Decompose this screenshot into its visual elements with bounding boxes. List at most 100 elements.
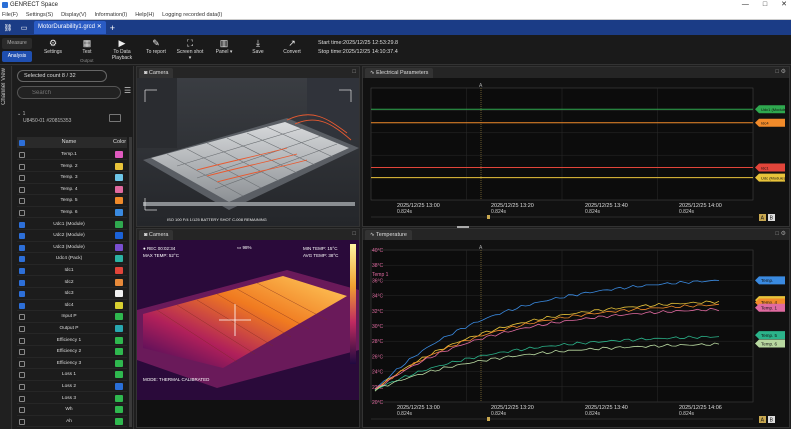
link-icon[interactable]: ⛓ [2,22,14,34]
channel-checkbox[interactable] [19,337,25,344]
series-badge[interactable] [755,163,785,172]
save-button[interactable]: ⤓ Save [243,37,273,63]
mode-analysis-button[interactable]: Analysis [2,51,32,62]
panel-controls-icon[interactable]: □ ⚙ [775,229,786,240]
camera-tab-1[interactable]: ◙ Camera [139,68,174,78]
channel-row[interactable]: Input P [17,311,127,323]
channel-color-swatch[interactable] [115,220,123,228]
channel-checkbox[interactable] [19,268,25,274]
convert-button[interactable]: ↗ Convert [277,37,307,63]
menu-logging[interactable]: Logging recorded data(I) [162,10,222,19]
channel-checkbox[interactable] [19,360,25,367]
channel-list-scrollbar[interactable] [129,137,132,427]
channel-color-swatch[interactable] [115,417,123,425]
channel-checkbox[interactable] [19,152,25,158]
to-data-playback-button[interactable]: ▶ To Data Playback [107,37,137,63]
channel-checkbox[interactable] [19,326,25,332]
channel-color-swatch[interactable] [115,348,123,356]
channel-color-swatch[interactable] [115,197,123,205]
channel-checkbox[interactable] [19,256,25,263]
channel-color-swatch[interactable] [115,185,123,193]
channel-color-swatch[interactable] [115,267,123,274]
camera-tab-2[interactable]: ◙ Camera [139,230,174,240]
channel-color-swatch[interactable] [115,209,123,216]
channel-search-input[interactable] [17,86,121,99]
channel-row[interactable]: Idc2 [17,277,127,288]
electrical-tab[interactable]: ∿ Electrical Parameters [365,68,434,78]
channel-row[interactable]: Temp. 5 [17,195,127,207]
select-all-checkbox[interactable] [19,140,25,146]
channel-row[interactable]: Temp. 2 [17,161,127,172]
channel-row[interactable]: Wh [17,404,127,416]
channel-color-swatch[interactable] [115,232,123,240]
channel-checkbox[interactable] [19,349,25,356]
channel-checkbox[interactable] [19,418,25,425]
channel-checkbox[interactable] [19,372,25,379]
close-button[interactable]: ✕ [781,0,787,10]
time-scroll-thumb[interactable] [487,417,490,421]
channel-row[interactable]: Idc1 [17,265,127,277]
menu-settings[interactable]: Settings(S) [26,10,53,19]
channel-checkbox[interactable] [19,302,25,309]
menu-file[interactable]: File(F) [2,10,18,19]
channel-row[interactable]: Udc1 (Module) [17,219,127,230]
channel-color-swatch[interactable] [115,290,123,298]
document-tab[interactable]: MotorDurability1.grcd ✕ [34,21,106,34]
channel-row[interactable]: Udc4 (Pack) [17,253,127,265]
channel-row[interactable]: Udc3 (Module) [17,242,127,254]
channel-row[interactable]: Temp. 6 [17,207,127,219]
channel-color-swatch[interactable] [115,255,123,263]
temperature-tab[interactable]: ∿ Temperature [365,230,412,240]
filter-icon[interactable]: ☰ [124,86,134,99]
channel-row[interactable]: Temp.1 [17,149,127,161]
menu-information[interactable]: Information(I) [94,10,127,19]
channel-checkbox[interactable] [19,314,25,321]
channel-row[interactable]: Udc2 (Module) [17,230,127,242]
channel-checkbox[interactable] [19,221,25,228]
channel-row[interactable]: Idc4 [17,300,127,312]
channel-row[interactable]: Loss 2 [17,381,127,393]
channel-color-swatch[interactable] [115,336,123,344]
maximize-button[interactable]: □ [763,0,767,10]
to-report-button[interactable]: ✎ To report [141,37,171,63]
channel-row[interactable]: Efficiency 3 [17,358,127,370]
menu-help[interactable]: Help(H) [135,10,154,19]
channel-color-swatch[interactable] [115,325,123,332]
panel-maximize-icon[interactable]: □ [352,229,356,240]
channel-color-swatch[interactable] [115,371,123,379]
panel-controls-icon[interactable]: □ ⚙ [775,67,786,78]
channel-row[interactable]: Output P [17,323,127,335]
channel-row[interactable]: Temp. 3 [17,172,127,184]
time-scroll-thumb[interactable] [487,215,490,219]
channel-checkbox[interactable] [19,175,25,182]
minimize-button[interactable]: — [742,0,749,10]
channel-row[interactable]: Loss 3 [17,393,127,404]
channel-color-swatch[interactable] [115,394,123,402]
channel-color-swatch[interactable] [115,301,123,309]
channel-color-swatch[interactable] [115,383,123,390]
channel-row[interactable]: Temp. 4 [17,184,127,196]
channel-row[interactable]: Efficiency 2 [17,346,127,358]
temperature-chart[interactable]: 40°C38°C36°C34°C32°C30°C28°C26°C24°C22°C… [365,242,789,428]
channel-color-swatch[interactable] [115,278,123,286]
channel-checkbox[interactable] [19,291,25,298]
channel-color-swatch[interactable] [115,243,123,251]
channel-checkbox[interactable] [19,210,25,216]
series-badge[interactable] [755,118,785,127]
channel-checkbox[interactable] [19,233,25,240]
channel-checkbox[interactable] [19,244,25,251]
channel-view-tab[interactable]: Channel View [0,66,12,429]
channel-checkbox[interactable] [19,407,25,414]
menu-display[interactable]: Display(V) [61,10,86,19]
panel-button[interactable]: ▥ Panel ▾ [209,37,239,63]
channel-color-swatch[interactable] [115,406,123,414]
channel-checkbox[interactable] [19,198,25,205]
mode-measure-button[interactable]: Measure [2,38,32,49]
channel-row[interactable]: Efficiency 1 [17,335,127,346]
channel-color-swatch[interactable] [115,359,123,367]
channel-checkbox[interactable] [19,186,25,193]
folder-icon[interactable]: ▭ [18,22,30,34]
channel-row[interactable]: Ah [17,416,127,428]
channel-color-swatch[interactable] [115,313,123,321]
panel-maximize-icon[interactable]: □ [352,67,356,78]
